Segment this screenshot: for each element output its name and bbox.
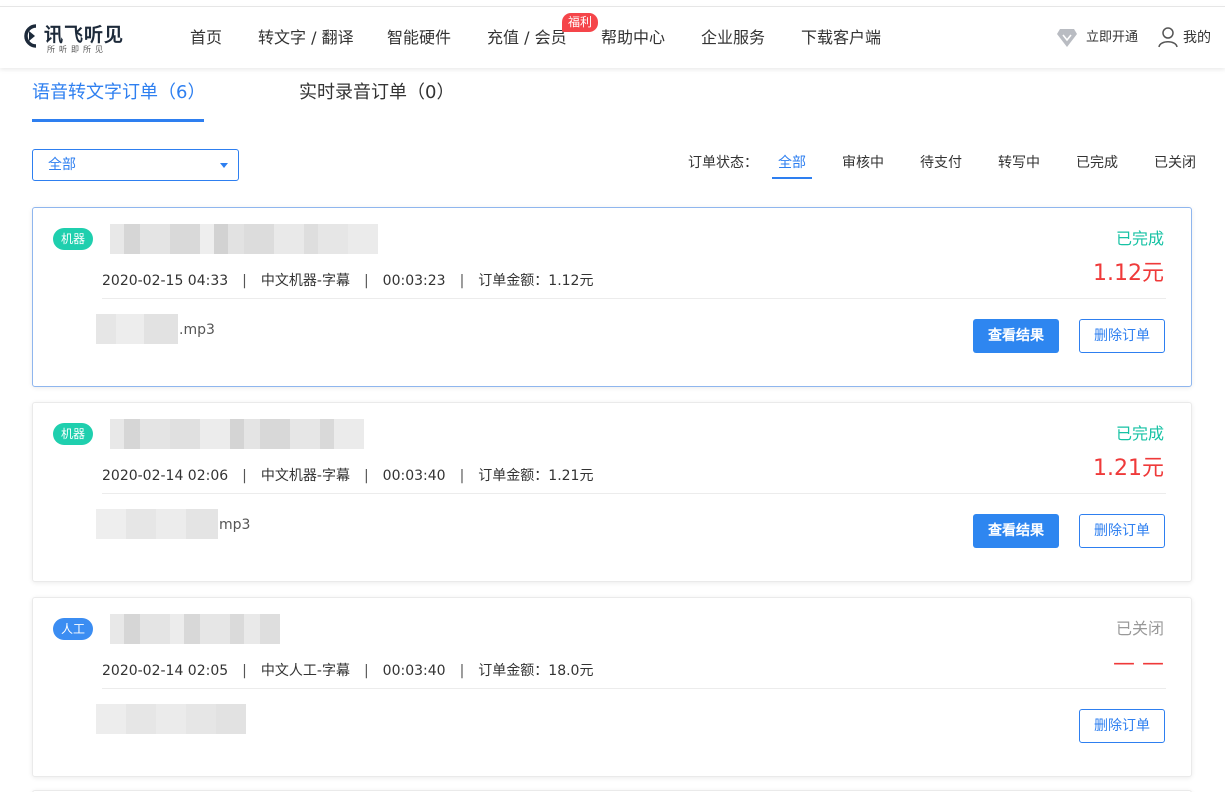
tab-speech-to-text-orders[interactable]: 语音转文字订单（6） (32, 80, 205, 106)
order-meta: 2020-02-15 04:33 | 中文机器-字幕 | 00:03:23 | 订单金额：1… (102, 273, 594, 289)
order-amount: 订单金额：1.21元 (478, 468, 594, 484)
order-type-select-value: 全部 (48, 157, 76, 173)
status-filter-completed[interactable]: 已完成 (1076, 152, 1118, 174)
file-name-redacted (96, 509, 218, 539)
order-date: 2020-02-14 02:06 (102, 468, 229, 484)
nav-recharge-membership[interactable]: 充值 / 会员 (487, 7, 567, 69)
order-status: 已关闭 (1115, 619, 1164, 638)
order-status: 已完成 (1115, 229, 1164, 248)
order-title-redacted (110, 614, 280, 644)
order-duration: 00:03:23 (382, 273, 446, 289)
nav-enterprise-services[interactable]: 企业服务 (701, 7, 765, 69)
file-extension: .mp3 (179, 322, 215, 338)
order-meta: 2020-02-14 02:05 | 中文人工-字幕 | 00:03:40 | 订单金额：1… (102, 663, 594, 679)
nav-help-center[interactable]: 帮助中心 (601, 7, 665, 69)
file-extension: mp3 (219, 517, 251, 533)
status-filter-pending-payment[interactable]: 待支付 (920, 152, 962, 174)
nav-transcribe-translate[interactable]: 转文字 / 翻译 (258, 7, 354, 69)
user-icon[interactable] (1158, 26, 1178, 48)
vip-diamond-icon[interactable] (1056, 28, 1078, 48)
my-account-link[interactable]: 我的 (1183, 7, 1211, 69)
order-price: 1.21元 (1093, 456, 1164, 481)
order-date: 2020-02-14 02:05 (102, 663, 229, 679)
order-duration: 00:03:40 (382, 468, 446, 484)
order-title-redacted (110, 224, 378, 254)
file-name-redacted (96, 704, 246, 734)
status-filter-transcribing[interactable]: 转写中 (998, 152, 1040, 174)
status-filter-closed[interactable]: 已关闭 (1154, 152, 1196, 174)
order-card[interactable]: 机器 2020-02-14 02:06 | 中文机器-字幕 | 00:03:40 | 订单金… (32, 402, 1192, 582)
order-amount: 订单金额：18.0元 (478, 663, 594, 679)
status-filter-indicator (772, 177, 812, 179)
order-status-label: 订单状态： (688, 155, 758, 171)
order-type-badge: 机器 (53, 423, 94, 445)
order-duration: 00:03:40 (382, 663, 446, 679)
order-service: 中文人工-字幕 (260, 663, 350, 679)
file-name-redacted (96, 314, 178, 344)
order-price: 1.12元 (1093, 261, 1164, 286)
nav-home[interactable]: 首页 (190, 7, 222, 69)
order-price: — — (1113, 651, 1164, 676)
nav-smart-hardware[interactable]: 智能硬件 (387, 7, 451, 69)
logo[interactable]: 讯飞听见 所听即所见 (18, 20, 128, 56)
order-type-select[interactable]: 全部 (32, 149, 239, 181)
order-service: 中文机器-字幕 (260, 468, 350, 484)
view-result-button[interactable]: 查看结果 (973, 319, 1059, 353)
order-card[interactable]: 人工 2020-02-14 02:05 | 中文人工-字幕 | 00:03:40 | 订单金… (32, 597, 1192, 777)
card-divider (102, 688, 1166, 689)
order-card[interactable]: 机器 2020-02-15 04:33 | 中文机器-字幕 | 00:03:23 | 订单金… (32, 207, 1192, 387)
card-divider (102, 493, 1166, 494)
order-type-badge: 人工 (53, 618, 94, 640)
order-date: 2020-02-15 04:33 (102, 273, 229, 289)
order-meta: 2020-02-14 02:06 | 中文机器-字幕 | 00:03:40 | 订单金额：1… (102, 468, 594, 484)
nav-download-client[interactable]: 下载客户端 (801, 7, 881, 69)
active-tab-indicator (32, 119, 204, 122)
status-filter-reviewing[interactable]: 审核中 (842, 152, 884, 174)
logo-mark-icon (24, 24, 37, 48)
order-amount: 订单金额：1.12元 (478, 273, 594, 289)
tab-realtime-recording-orders[interactable]: 实时录音订单（0） (299, 80, 454, 106)
promo-badge: 福利 (562, 13, 599, 32)
order-title-redacted (110, 419, 364, 449)
delete-order-button[interactable]: 删除订单 (1079, 319, 1165, 353)
delete-order-button[interactable]: 删除订单 (1079, 709, 1165, 743)
chevron-down-icon (220, 163, 228, 168)
logo-name: 讯飞听见 (44, 24, 125, 46)
order-type-badge: 机器 (53, 228, 94, 250)
view-result-button[interactable]: 查看结果 (973, 514, 1059, 548)
card-divider (102, 298, 1166, 299)
top-navigation-bar: 讯飞听见 所听即所见 首页 转文字 / 翻译 智能硬件 充值 / 会员 福利 帮… (0, 6, 1225, 68)
order-status: 已完成 (1115, 424, 1164, 443)
vip-open-link[interactable]: 立即开通 (1086, 7, 1138, 69)
order-service: 中文机器-字幕 (260, 273, 350, 289)
status-filter-all[interactable]: 全部 (778, 152, 806, 174)
logo-slogan: 所听即所见 (47, 45, 107, 54)
delete-order-button[interactable]: 删除订单 (1079, 514, 1165, 548)
